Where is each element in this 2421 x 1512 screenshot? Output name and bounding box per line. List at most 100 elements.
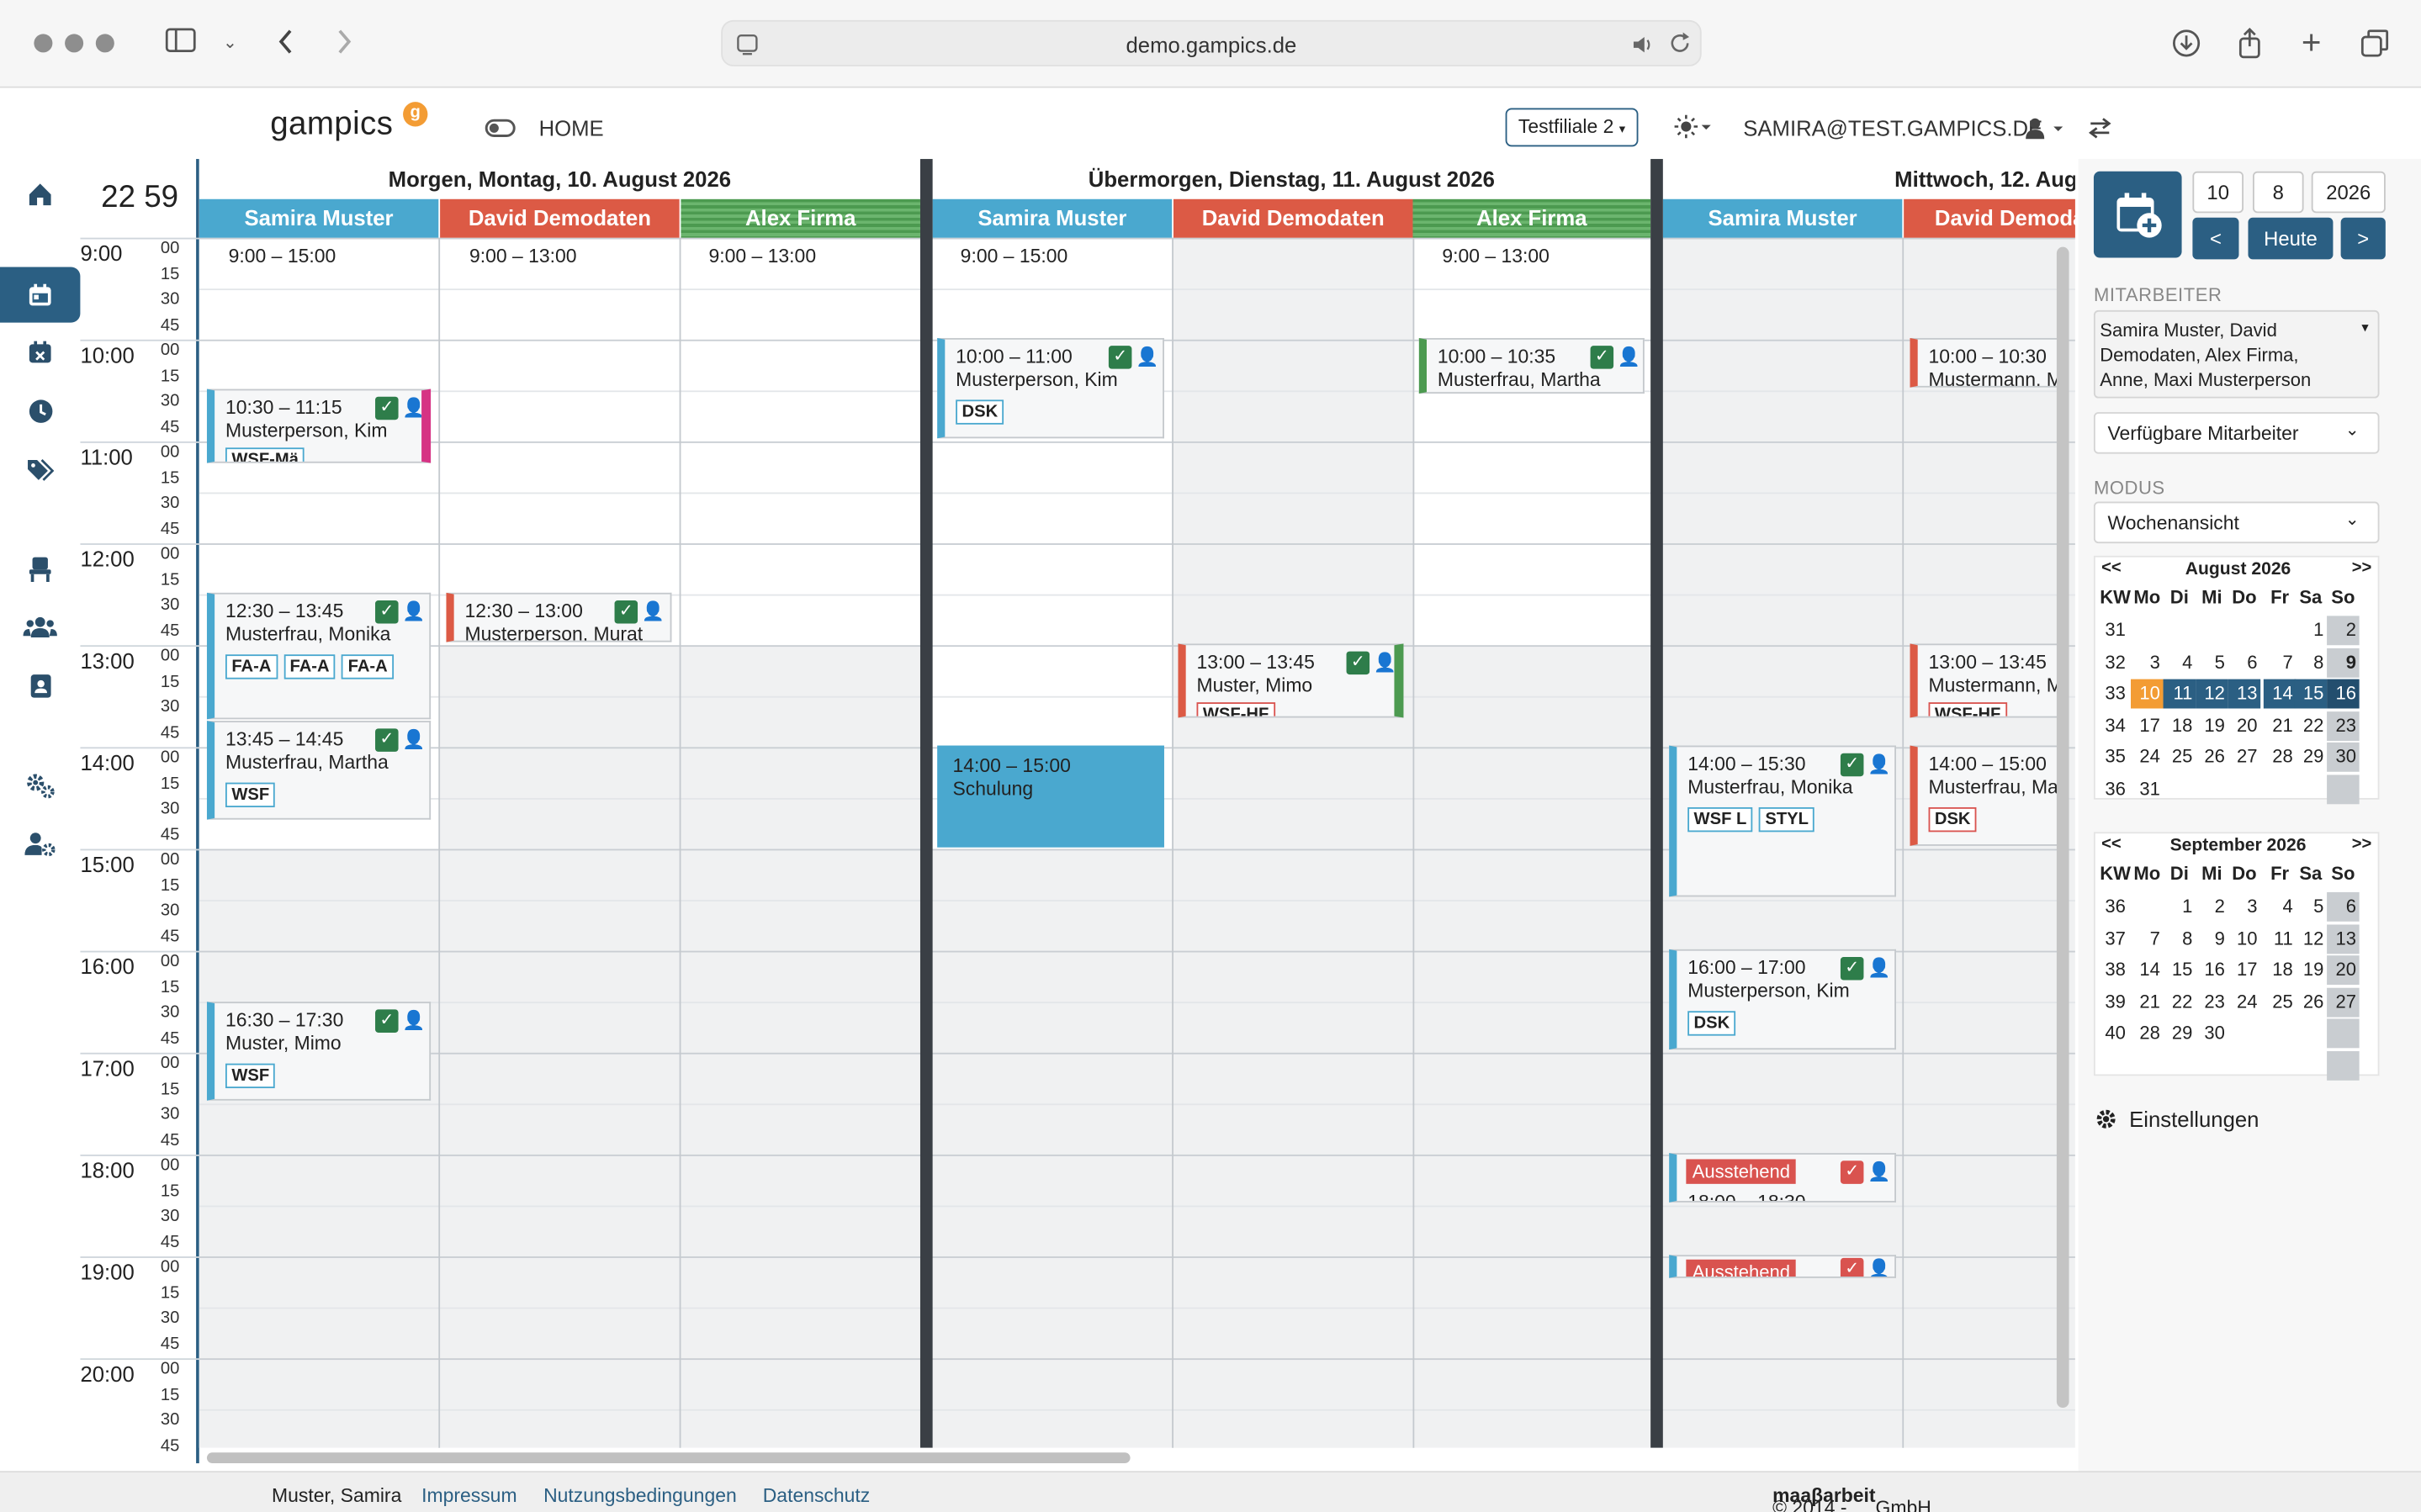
mini-calendar-day[interactable]: 23 bbox=[2196, 987, 2228, 1017]
mini-calendar-day[interactable]: 26 bbox=[2295, 987, 2328, 1017]
impressum-link[interactable]: Impressum bbox=[421, 1485, 517, 1507]
person-check-icon[interactable]: 👤 bbox=[401, 1008, 426, 1033]
prev-day-button[interactable]: < bbox=[2192, 217, 2239, 260]
mini-calendar-day[interactable]: 17 bbox=[2131, 711, 2164, 740]
column-header-samira[interactable]: Samira Muster bbox=[199, 198, 439, 238]
checkbox-icon[interactable]: ✓ bbox=[1840, 1160, 1864, 1184]
mini-calendar-day[interactable]: 10 bbox=[2228, 924, 2261, 954]
mini-calendar-day[interactable]: 15 bbox=[2164, 955, 2196, 985]
mini-calendar-day[interactable]: 16 bbox=[2327, 679, 2360, 709]
back-icon[interactable] bbox=[268, 28, 302, 59]
appointment[interactable]: 10:00 – 11:00 Musterperson, Kim DSK ✓ 👤 bbox=[937, 337, 1164, 439]
checkbox-icon[interactable]: ✓ bbox=[1840, 753, 1864, 777]
vertical-scrollbar[interactable] bbox=[2056, 246, 2069, 1408]
reload-icon[interactable] bbox=[1667, 31, 1692, 64]
mini-calendar-day[interactable]: 6 bbox=[2327, 891, 2360, 922]
mini-calendar-day[interactable]: 28 bbox=[2131, 1018, 2164, 1048]
mini-calendar-day[interactable]: 19 bbox=[2295, 955, 2328, 985]
mini-calendar-day[interactable]: 1 bbox=[2164, 892, 2196, 922]
column-header-alex[interactable]: Alex Firma bbox=[681, 198, 920, 238]
appointment[interactable]: 12:30 – 13:00 Musterperson, Murat ✓ 👤 bbox=[446, 592, 672, 642]
swap-icon[interactable] bbox=[2088, 116, 2112, 149]
column-header-david[interactable]: David Demodaten bbox=[440, 198, 680, 238]
person-check-icon[interactable]: 👤 bbox=[1617, 344, 1641, 368]
nav-calendar-x-icon[interactable] bbox=[0, 325, 80, 378]
download-icon[interactable] bbox=[2169, 28, 2203, 59]
nav-tags-icon[interactable] bbox=[0, 443, 80, 495]
person-check-icon[interactable]: 👤 bbox=[1867, 955, 1891, 980]
mini-calendar-day[interactable]: 7 bbox=[2131, 924, 2164, 954]
today-button[interactable]: Heute bbox=[2248, 217, 2334, 260]
checkbox-icon[interactable]: ✓ bbox=[1840, 1257, 1864, 1277]
mini-calendar-day[interactable]: 31 bbox=[2131, 775, 2164, 804]
mini-calendar-day[interactable]: 24 bbox=[2228, 987, 2261, 1017]
mini-calendar-day[interactable]: 25 bbox=[2264, 987, 2297, 1017]
mini-calendar-day[interactable]: 18 bbox=[2264, 955, 2297, 985]
appointment[interactable]: 13:45 – 14:45 Musterfrau, Martha WSF ✓ 👤 bbox=[206, 721, 432, 820]
staff-multiselect[interactable]: Samira Muster, David Demodaten, Alex Fir… bbox=[2093, 309, 2380, 399]
mini-calendar-day[interactable]: 30 bbox=[2196, 1018, 2228, 1048]
appointment[interactable]: 16:30 – 17:30 Muster, Mimo WSF ✓ 👤 bbox=[206, 1002, 432, 1101]
pending-appointment[interactable]: Ausstehend 18:00 – 18:30 ✓ 👤 bbox=[1669, 1153, 1896, 1203]
checkbox-icon[interactable]: ✓ bbox=[375, 600, 399, 624]
person-check-icon[interactable]: 👤 bbox=[1867, 1159, 1891, 1183]
checkbox-icon[interactable]: ✓ bbox=[1108, 346, 1132, 369]
person-check-icon[interactable]: 👤 bbox=[401, 599, 426, 623]
mini-calendar-day[interactable]: 27 bbox=[2228, 743, 2261, 772]
mini-calendar-day[interactable]: 23 bbox=[2327, 711, 2360, 741]
nav-calendar-icon[interactable] bbox=[0, 267, 81, 323]
home-link[interactable]: HOME bbox=[539, 116, 604, 140]
mini-calendar-day[interactable]: 18 bbox=[2164, 711, 2196, 740]
month-input[interactable]: 8 bbox=[2252, 171, 2304, 214]
nav-clock-icon[interactable] bbox=[0, 384, 80, 436]
checkbox-icon[interactable]: ✓ bbox=[614, 600, 638, 624]
mini-calendar-day[interactable]: 4 bbox=[2264, 892, 2297, 922]
appointment[interactable]: 13:00 – 13:45 Muster, Mimo WSF-HF ✓ 👤 bbox=[1178, 643, 1404, 718]
mini-calendar-day[interactable]: 14 bbox=[2263, 679, 2297, 709]
checkbox-icon[interactable]: ✓ bbox=[375, 396, 399, 420]
nav-user-settings-icon[interactable] bbox=[0, 817, 80, 869]
person-check-icon[interactable]: 👤 bbox=[401, 395, 421, 420]
checkbox-icon[interactable]: ✓ bbox=[1840, 957, 1864, 981]
column-header-david[interactable]: David Demodaten bbox=[1173, 198, 1413, 238]
mode-select[interactable]: Wochenansicht ⌄ bbox=[2093, 501, 2380, 544]
sun-icon[interactable] bbox=[1674, 114, 1714, 147]
mini-calendar-day[interactable]: 5 bbox=[2295, 892, 2328, 922]
appointment[interactable]: 10:30 – 11:15 Musterperson, Kim WSF-Mä ✓… bbox=[206, 389, 432, 463]
settings-link[interactable]: Einstellungen bbox=[2129, 1107, 2259, 1131]
address-bar[interactable]: demo.gampics.de bbox=[721, 19, 1702, 66]
nav-chair-icon[interactable] bbox=[0, 542, 80, 594]
mini-calendar-day[interactable]: 15 bbox=[2294, 679, 2328, 709]
branch-select[interactable]: Testfiliale 2 ▾ bbox=[1505, 108, 1639, 147]
mini-calendar-day[interactable]: 4 bbox=[2164, 648, 2196, 677]
user-icon[interactable] bbox=[2024, 116, 2067, 149]
chevron-down-icon[interactable]: ⌄ bbox=[213, 28, 246, 59]
mini-calendar-day[interactable]: 7 bbox=[2264, 648, 2297, 677]
appointment[interactable]: 14:00 – 15:30 Musterfrau, Monika WSF L ST… bbox=[1669, 745, 1896, 897]
person-check-icon[interactable]: 👤 bbox=[1135, 344, 1159, 368]
mini-calendar-day[interactable]: 3 bbox=[2131, 648, 2164, 677]
mini-calendar-day[interactable]: 29 bbox=[2164, 1018, 2196, 1048]
mini-calendar-day[interactable]: 10 bbox=[2130, 679, 2164, 709]
logo[interactable]: gampics bbox=[270, 107, 393, 144]
appointment[interactable]: 13:00 – 13:45 Mustermann, M WSF-HF bbox=[1910, 643, 2065, 718]
mini-calendar-day[interactable]: 20 bbox=[2327, 955, 2360, 986]
forward-icon[interactable] bbox=[327, 28, 361, 59]
checkbox-icon[interactable]: ✓ bbox=[1590, 346, 1614, 369]
mini-calendar-day[interactable]: 3 bbox=[2228, 892, 2261, 922]
column-header-david[interactable]: David Demodaten bbox=[1904, 198, 2075, 238]
next-day-button[interactable]: > bbox=[2340, 217, 2386, 260]
appointment[interactable]: 12:30 – 13:45 Musterfrau, Monika FA-A FA-… bbox=[206, 592, 432, 720]
column-header-samira[interactable]: Samira Muster bbox=[1662, 198, 1903, 238]
zoom-window-button[interactable] bbox=[95, 34, 114, 53]
new-tab-icon[interactable]: + bbox=[2295, 25, 2328, 59]
person-check-icon[interactable]: 👤 bbox=[1373, 650, 1395, 674]
mini-calendar-day[interactable]: 21 bbox=[2131, 987, 2164, 1017]
mini-calendar-day[interactable]: 21 bbox=[2264, 711, 2297, 740]
nav-contact-card-icon[interactable] bbox=[0, 659, 80, 711]
mini-calendar-day[interactable]: 26 bbox=[2196, 743, 2228, 772]
appointment[interactable]: 10:00 – 10:35 Musterfrau, Martha ✓ 👤 bbox=[1418, 337, 1645, 394]
mini-calendar-day[interactable]: 1 bbox=[2295, 616, 2328, 645]
tabs-icon[interactable] bbox=[2358, 28, 2392, 59]
mini-calendar-day[interactable]: 14 bbox=[2131, 955, 2164, 985]
